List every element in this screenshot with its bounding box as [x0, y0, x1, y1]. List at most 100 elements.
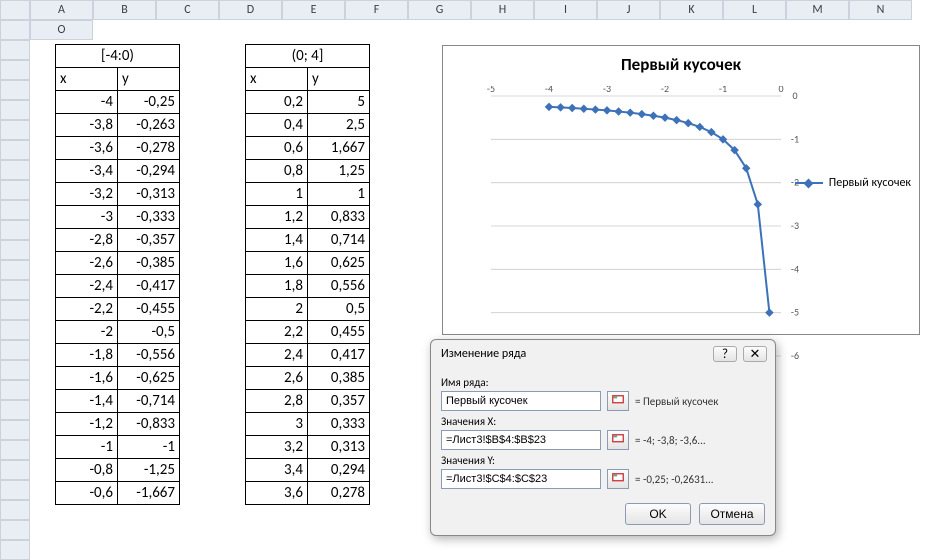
table-cell[interactable]: 2,6	[246, 367, 308, 390]
table-cell[interactable]: -0,5	[118, 321, 180, 344]
table-cell[interactable]: -1,4	[56, 390, 118, 413]
table-cell[interactable]: 0,833	[308, 206, 370, 229]
table-cell[interactable]: 2,8	[246, 390, 308, 413]
table-cell[interactable]: -0,6	[56, 482, 118, 505]
table-cell[interactable]: 0,8	[246, 160, 308, 183]
table-cell[interactable]: 0,556	[308, 275, 370, 298]
table-cell[interactable]: 0,385	[308, 367, 370, 390]
table-cell[interactable]: 3,2	[246, 436, 308, 459]
table-cell[interactable]: -3	[56, 206, 118, 229]
table-cell[interactable]: -0,278	[118, 137, 180, 160]
table-cell[interactable]: 0,625	[308, 252, 370, 275]
table-cell[interactable]: -0,455	[118, 298, 180, 321]
range-select-icon[interactable]	[607, 391, 629, 411]
table-cell[interactable]: -0,556	[118, 344, 180, 367]
x-values-input[interactable]	[441, 430, 601, 450]
table-cell[interactable]: 5	[308, 91, 370, 114]
col-header-K[interactable]: K	[660, 0, 723, 20]
table-cell[interactable]: 0,6	[246, 137, 308, 160]
series-name-input[interactable]	[441, 391, 601, 411]
table-cell[interactable]: -0,625	[118, 367, 180, 390]
table-cell[interactable]: -1,8	[56, 344, 118, 367]
table-cell[interactable]: 2	[246, 298, 308, 321]
col-header-F[interactable]: F	[345, 0, 408, 20]
ok-button[interactable]: OK	[625, 503, 691, 525]
range-select-icon[interactable]	[607, 469, 629, 489]
col-header-J[interactable]: J	[597, 0, 660, 20]
table-cell[interactable]: 0,714	[308, 229, 370, 252]
chart[interactable]: Первый кусочек -5-4-3-2-100-1-2-3-4-5-6 …	[442, 45, 920, 335]
y-values-input[interactable]	[441, 469, 601, 489]
col-header-N[interactable]: N	[849, 0, 912, 20]
table-cell[interactable]: 2,4	[246, 344, 308, 367]
table-cell[interactable]: -2	[56, 321, 118, 344]
table-cell[interactable]: -3,4	[56, 160, 118, 183]
table-cell[interactable]: 0,357	[308, 390, 370, 413]
table-cell[interactable]: -1	[118, 436, 180, 459]
data-table-2[interactable]: (0; 4] xy 0,250,42,50,61,6670,81,25111,2…	[245, 44, 370, 505]
table-cell[interactable]: 2,2	[246, 321, 308, 344]
help-button[interactable]: ?	[713, 346, 737, 362]
table-cell[interactable]: -1,667	[118, 482, 180, 505]
table-cell[interactable]: -0,263	[118, 114, 180, 137]
table-cell[interactable]: 1,2	[246, 206, 308, 229]
table-cell[interactable]: -3,2	[56, 183, 118, 206]
table-cell[interactable]: -1,2	[56, 413, 118, 436]
edit-series-dialog[interactable]: Изменение ряда ? ✕ Имя ряда: = Первый ку…	[430, 339, 776, 536]
col-header-E[interactable]: E	[282, 0, 345, 20]
col-header-M[interactable]: M	[786, 0, 849, 20]
table-cell[interactable]: -0,8	[56, 459, 118, 482]
table-cell[interactable]: -0,25	[118, 91, 180, 114]
table-cell[interactable]: -2,4	[56, 275, 118, 298]
table-cell[interactable]: -0,417	[118, 275, 180, 298]
table-cell[interactable]: -0,333	[118, 206, 180, 229]
cancel-button[interactable]: Отмена	[699, 503, 765, 525]
table-cell[interactable]: 0,5	[308, 298, 370, 321]
table-cell[interactable]: -2,8	[56, 229, 118, 252]
table-cell[interactable]: 0,417	[308, 344, 370, 367]
table-cell[interactable]: -2,6	[56, 252, 118, 275]
range-select-icon[interactable]	[607, 430, 629, 450]
table-cell[interactable]: 0,333	[308, 413, 370, 436]
table-cell[interactable]: 0,313	[308, 436, 370, 459]
table-cell[interactable]: -1,6	[56, 367, 118, 390]
table-cell[interactable]: 0,4	[246, 114, 308, 137]
col-header-D[interactable]: D	[219, 0, 282, 20]
table-cell[interactable]: 0,278	[308, 482, 370, 505]
col-header-L[interactable]: L	[723, 0, 786, 20]
data-table-1[interactable]: [-4:0) xy -4-0,25-3,8-0,263-3,6-0,278-3,…	[55, 44, 180, 505]
table-cell[interactable]: 1,667	[308, 137, 370, 160]
table-cell[interactable]: 1,4	[246, 229, 308, 252]
table-cell[interactable]: 0,455	[308, 321, 370, 344]
table-cell[interactable]: 1,6	[246, 252, 308, 275]
table-cell[interactable]: -3,8	[56, 114, 118, 137]
table-cell[interactable]: 3,6	[246, 482, 308, 505]
corner-cell[interactable]	[0, 0, 30, 20]
table-cell[interactable]: -0,357	[118, 229, 180, 252]
table-cell[interactable]: -2,2	[56, 298, 118, 321]
table-cell[interactable]: -1,25	[118, 459, 180, 482]
col-header-C[interactable]: C	[156, 0, 219, 20]
table-cell[interactable]: -0,313	[118, 183, 180, 206]
col-header-G[interactable]: G	[408, 0, 471, 20]
table-cell[interactable]: 0,2	[246, 91, 308, 114]
table-cell[interactable]: -0,385	[118, 252, 180, 275]
close-button[interactable]: ✕	[743, 346, 767, 362]
table-cell[interactable]: 3,4	[246, 459, 308, 482]
table-cell[interactable]: 3	[246, 413, 308, 436]
col-header-I[interactable]: I	[534, 0, 597, 20]
table-cell[interactable]: -4	[56, 91, 118, 114]
table-cell[interactable]: 1,25	[308, 160, 370, 183]
table-cell[interactable]: 2,5	[308, 114, 370, 137]
table-cell[interactable]: 0,294	[308, 459, 370, 482]
table-cell[interactable]: -3,6	[56, 137, 118, 160]
table-cell[interactable]: -0,833	[118, 413, 180, 436]
col-header-H[interactable]: H	[471, 0, 534, 20]
table-cell[interactable]: 1,8	[246, 275, 308, 298]
col-header-O[interactable]: O	[30, 20, 93, 40]
table-cell[interactable]: 1	[308, 183, 370, 206]
col-header-A[interactable]: A	[30, 0, 93, 20]
table-cell[interactable]: -0,294	[118, 160, 180, 183]
col-header-B[interactable]: B	[93, 0, 156, 20]
table-cell[interactable]: -0,714	[118, 390, 180, 413]
